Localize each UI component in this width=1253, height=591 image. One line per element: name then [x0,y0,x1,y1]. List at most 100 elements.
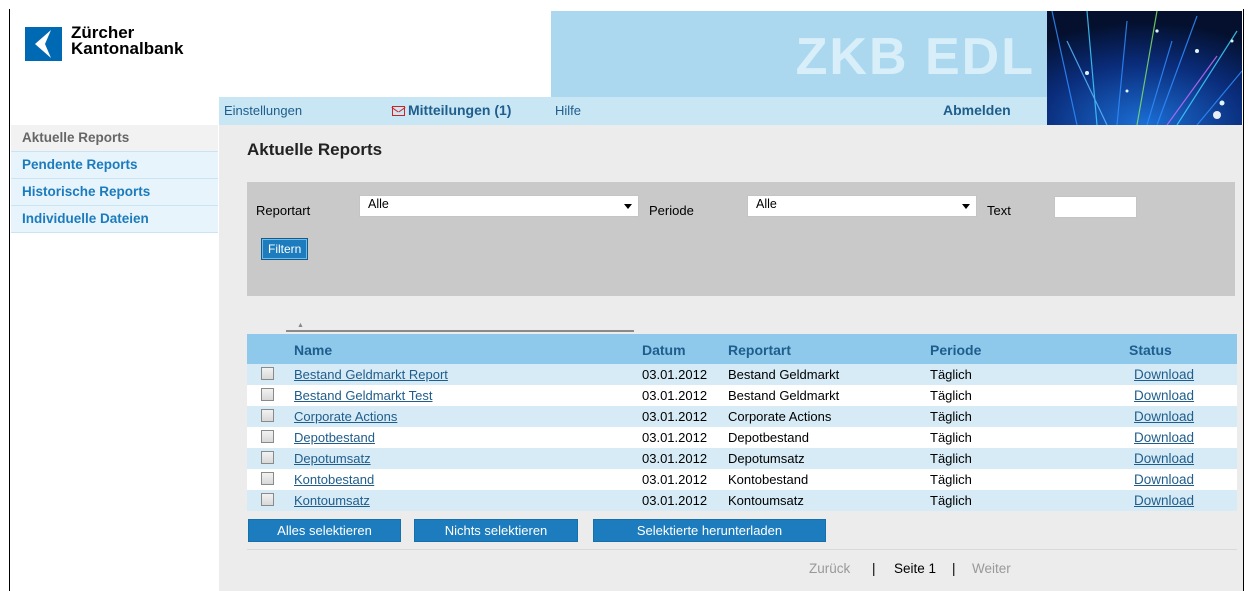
window-frame-right [1243,9,1244,591]
period-select[interactable]: Alle [747,195,977,217]
banner-title: ZKB EDL [795,28,1035,86]
column-header-date[interactable]: Datum [642,342,686,358]
row-checkbox[interactable] [261,409,274,422]
report-type: Depotumsatz [728,451,805,466]
report-period: Täglich [930,388,972,403]
row-checkbox[interactable] [261,451,274,464]
report-period: Täglich [930,472,972,487]
sidebar: Aktuelle Reports Pendente Reports Histor… [11,125,218,233]
top-navigation: Einstellungen Mitteilungen (1) Hilfe Abm… [219,97,1047,125]
filter-panel: Reportart Alle Periode Alle Text Filtern [247,182,1235,296]
column-header-name[interactable]: Name [294,342,332,358]
mail-icon [392,106,405,116]
main-content: Aktuelle Reports Reportart Alle Periode … [219,125,1243,591]
dropdown-arrow-icon [624,204,632,209]
column-header-status[interactable]: Status [1129,342,1172,358]
pager-separator: | [872,561,876,576]
row-checkbox[interactable] [261,430,274,443]
report-period: Täglich [930,430,972,445]
table-row: Depotbestand 03.01.2012 Depotbestand Täg… [247,427,1237,448]
header-banner: ZKB EDL [551,11,1047,97]
select-all-button[interactable]: Alles selektieren [248,519,401,542]
pager-separator: | [952,561,956,576]
column-header-type[interactable]: Reportart [728,342,791,358]
download-link[interactable]: Download [1134,493,1194,508]
page-title: Aktuelle Reports [247,140,383,159]
download-link[interactable]: Download [1134,409,1194,424]
report-period: Täglich [930,367,972,382]
nav-help[interactable]: Hilfe [555,103,581,118]
report-period: Täglich [930,493,972,508]
report-type-label: Reportart [256,203,311,218]
download-link[interactable]: Download [1134,451,1194,466]
report-name-link[interactable]: Kontoumsatz [294,493,370,508]
report-name-link[interactable]: Depotumsatz [294,451,371,466]
nav-messages-label: Mitteilungen (1) [408,102,512,118]
filter-button[interactable]: Filtern [261,238,309,260]
period-value: Alle [756,197,777,211]
pager-divider [247,549,1237,550]
report-type: Corporate Actions [728,409,832,424]
download-link[interactable]: Download [1134,472,1194,487]
column-resize-bar[interactable] [286,330,634,332]
text-filter-input[interactable] [1054,196,1137,218]
report-date: 03.01.2012 [642,367,708,382]
pager-prev[interactable]: Zurück [809,561,850,576]
sort-ascending-icon[interactable]: ▲ [297,322,304,329]
row-checkbox[interactable] [261,388,274,401]
report-date: 03.01.2012 [642,409,708,424]
report-type: Bestand Geldmarkt [728,388,840,403]
column-header-period[interactable]: Periode [930,342,981,358]
table-row: Corporate Actions 03.01.2012 Corporate A… [247,406,1237,427]
report-date: 03.01.2012 [642,472,708,487]
report-date: 03.01.2012 [642,430,708,445]
report-type: Bestand Geldmarkt [728,367,840,382]
zkb-logo-icon [25,27,62,61]
report-period: Täglich [930,451,972,466]
nav-settings[interactable]: Einstellungen [224,103,302,118]
table-header: Name Datum Reportart Periode Status [247,334,1237,364]
report-type: Kontoumsatz [728,493,804,508]
download-link[interactable]: Download [1134,367,1194,382]
report-type: Kontobestand [728,472,809,487]
nav-logout[interactable]: Abmelden [943,102,1011,118]
table-row: Bestand Geldmarkt Test 03.01.2012 Bestan… [247,385,1237,406]
table-row: Bestand Geldmarkt Report 03.01.2012 Best… [247,364,1237,385]
text-label: Text [987,203,1011,218]
report-type-select[interactable]: Alle [359,195,639,217]
window-frame-left [9,9,10,591]
pager-next[interactable]: Weiter [972,561,1011,576]
table-row: Depotumsatz 03.01.2012 Depotumsatz Tägli… [247,448,1237,469]
logo-wordmark: Zürcher Kantonalbank [71,24,184,58]
row-checkbox[interactable] [261,472,274,485]
report-name-link[interactable]: Depotbestand [294,430,375,445]
sidebar-item-historic-reports[interactable]: Historische Reports [11,179,218,206]
table-row: Kontobestand 03.01.2012 Kontobestand Täg… [247,469,1237,490]
sidebar-item-pending-reports[interactable]: Pendente Reports [11,152,218,179]
report-name-link[interactable]: Corporate Actions [294,409,397,424]
report-date: 03.01.2012 [642,388,708,403]
report-date: 03.01.2012 [642,493,708,508]
download-link[interactable]: Download [1134,430,1194,445]
report-date: 03.01.2012 [642,451,708,466]
sidebar-item-current-reports[interactable]: Aktuelle Reports [11,125,218,152]
select-none-button[interactable]: Nichts selektieren [414,519,578,542]
report-name-link[interactable]: Bestand Geldmarkt Report [294,367,448,382]
table-row: Kontoumsatz 03.01.2012 Kontoumsatz Tägli… [247,490,1237,511]
row-checkbox[interactable] [261,493,274,506]
period-label: Periode [649,203,694,218]
report-period: Täglich [930,409,972,424]
pager-current-page: Seite 1 [894,561,937,576]
nav-messages[interactable]: Mitteilungen (1) [392,102,511,118]
download-link[interactable]: Download [1134,388,1194,403]
sidebar-item-individual-files[interactable]: Individuelle Dateien [11,206,218,233]
row-checkbox[interactable] [261,367,274,380]
download-selected-button[interactable]: Selektierte herunterladen [593,519,826,542]
report-name-link[interactable]: Bestand Geldmarkt Test [294,388,433,403]
logo-text-line2: Kantonalbank [71,39,184,58]
zkb-logo[interactable]: Zürcher Kantonalbank [25,24,205,67]
report-name-link[interactable]: Kontobestand [294,472,374,487]
dropdown-arrow-icon [962,204,970,209]
report-type: Depotbestand [728,430,809,445]
fiber-optic-image [1047,11,1242,125]
